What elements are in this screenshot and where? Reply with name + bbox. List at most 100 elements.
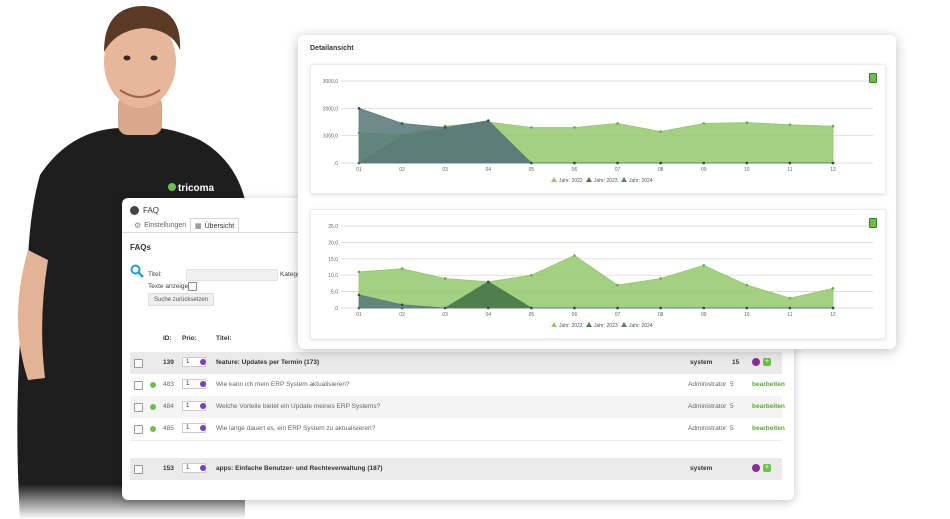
- data-point: [400, 267, 404, 270]
- x-tick-label: 12: [830, 167, 836, 173]
- edit-link[interactable]: bearbeiten: [752, 381, 785, 388]
- row-checkbox[interactable]: [134, 425, 143, 434]
- x-tick-label: 02: [399, 167, 405, 173]
- row-title[interactable]: Wie lange dauert es, ein ERP System zu a…: [216, 425, 375, 432]
- legend-label[interactable]: Jahr: 2024: [629, 178, 653, 184]
- x-tick-label: 07: [615, 312, 621, 318]
- prio-dot-icon: [200, 381, 206, 387]
- x-tick-label: 09: [701, 312, 707, 318]
- tab-einstellungen[interactable]: ⚙ Einstellungen: [130, 218, 190, 232]
- y-tick-label: 3000,0: [323, 79, 339, 85]
- y-tick-label: 2000,0: [323, 106, 339, 112]
- data-point: [573, 254, 576, 257]
- x-tick-label: 11: [787, 167, 792, 173]
- tab-uebersicht[interactable]: ▦ Übersicht: [190, 218, 240, 233]
- y-tick-label: ,0: [334, 161, 338, 167]
- x-tick-label: 09: [701, 167, 707, 173]
- info-icon[interactable]: [752, 358, 760, 366]
- grid-icon: ▦: [195, 223, 202, 230]
- legend-label[interactable]: Jahr: 2024: [629, 323, 653, 329]
- legend-marker: [621, 177, 627, 182]
- table-row[interactable]: 484 1 Welche Vorteile bietet ein Update …: [130, 396, 785, 419]
- chart-2: 25,0 20,0 15,0 10,0 5,0 ,0 01 02 03 04 05 06 07 08 09 1…: [310, 209, 886, 339]
- prio-dot-icon: [200, 359, 206, 365]
- tab-uebersicht-label: Übersicht: [204, 222, 235, 230]
- x-tick-label: 07: [615, 167, 621, 173]
- table-row-group[interactable]: 153 1 apps: Einfache Benutzer- und Recht…: [130, 458, 782, 480]
- data-point: [443, 277, 447, 280]
- download-icon[interactable]: [869, 218, 877, 228]
- edit-link[interactable]: bearbeiten: [752, 403, 785, 410]
- row-title[interactable]: Wie kann ich mein ERP System aktualisier…: [216, 381, 350, 388]
- table-row-group[interactable]: 139 1 feature: Updates per Termin (173) …: [130, 352, 782, 374]
- data-point: [486, 119, 490, 122]
- info-icon[interactable]: [752, 464, 760, 472]
- x-tick-label: 10: [744, 167, 750, 173]
- series-area-0: [358, 255, 834, 309]
- prio-value: 1: [186, 465, 190, 471]
- data-point: [831, 161, 835, 165]
- data-point: [573, 306, 576, 310]
- data-point: [357, 293, 361, 297]
- col-prio: Prio:: [182, 335, 197, 342]
- data-point: [788, 161, 792, 165]
- y-tick-label: 15,0: [328, 257, 338, 263]
- add-icon[interactable]: +: [763, 464, 771, 472]
- faq-icon: [130, 206, 139, 215]
- x-tick-label: 04: [485, 312, 491, 318]
- row-id: 484: [163, 403, 174, 410]
- prio-dot-icon: [200, 403, 206, 409]
- row-checkbox[interactable]: [134, 359, 143, 368]
- table-row[interactable]: 483 1 Wie kann ich mein ERP System aktua…: [130, 374, 785, 397]
- row-title[interactable]: Welche Vorteile bietet ein Update meines…: [216, 403, 380, 410]
- prio-value: 1: [186, 425, 190, 431]
- data-point: [357, 107, 361, 110]
- row-title[interactable]: feature: Updates per Termin (173): [216, 359, 319, 366]
- row-checkbox[interactable]: [134, 465, 143, 474]
- prio-value: 1: [186, 403, 190, 409]
- prio-dot-icon: [200, 465, 206, 471]
- legend-label[interactable]: Jahr: 2022: [559, 323, 583, 329]
- data-point: [530, 126, 533, 129]
- legend-label[interactable]: Jahr: 2023: [594, 178, 618, 184]
- data-point: [530, 306, 533, 310]
- row-user: system: [690, 465, 713, 472]
- data-point: [831, 124, 835, 128]
- data-point: [400, 303, 404, 307]
- legend-label[interactable]: Jahr: 2023: [594, 323, 618, 329]
- legend-label[interactable]: Jahr: 2022: [559, 178, 583, 184]
- data-point: [530, 273, 533, 277]
- add-icon[interactable]: +: [763, 358, 771, 366]
- row-title[interactable]: apps: Einfache Benutzer- und Rechteverwa…: [216, 465, 383, 472]
- title-filter-input[interactable]: [186, 269, 278, 281]
- edit-link[interactable]: bearbeiten: [752, 425, 785, 432]
- data-point: [831, 287, 835, 290]
- row-checkbox[interactable]: [134, 381, 143, 390]
- data-point: [616, 122, 619, 125]
- download-icon[interactable]: [869, 73, 877, 83]
- row-user: Administrator: [688, 403, 727, 410]
- data-point: [659, 277, 662, 280]
- x-tick-label: 06: [572, 167, 578, 173]
- show-texts-label: Texte anzeigen:: [148, 283, 194, 290]
- x-tick-label: 11: [787, 312, 792, 318]
- data-point: [616, 161, 619, 165]
- chart-2-svg: 25,0 20,0 15,0 10,0 5,0 ,0 01 02 03 04 05 06 07 08 09 1…: [328, 224, 873, 329]
- row-id: 139: [163, 359, 174, 366]
- prio-value: 1: [186, 381, 190, 387]
- legend-marker: [551, 177, 557, 182]
- legend-marker: [621, 322, 627, 327]
- data-point: [357, 270, 361, 274]
- data-point: [659, 130, 662, 133]
- reset-search-button[interactable]: Suche zurücksetzen: [148, 293, 214, 306]
- data-point: [486, 280, 490, 284]
- faq-header: FAQ: [130, 206, 159, 215]
- row-count: 5: [730, 425, 734, 432]
- row-checkbox[interactable]: [134, 403, 143, 412]
- show-texts-checkbox[interactable]: [188, 282, 197, 291]
- status-dot-icon: [150, 426, 156, 432]
- y-tick-label: 5,0: [331, 290, 338, 296]
- data-point: [659, 306, 662, 310]
- data-point: [400, 122, 404, 125]
- table-row[interactable]: 485 1 Wie lange dauert es, ein ERP Syste…: [130, 418, 785, 441]
